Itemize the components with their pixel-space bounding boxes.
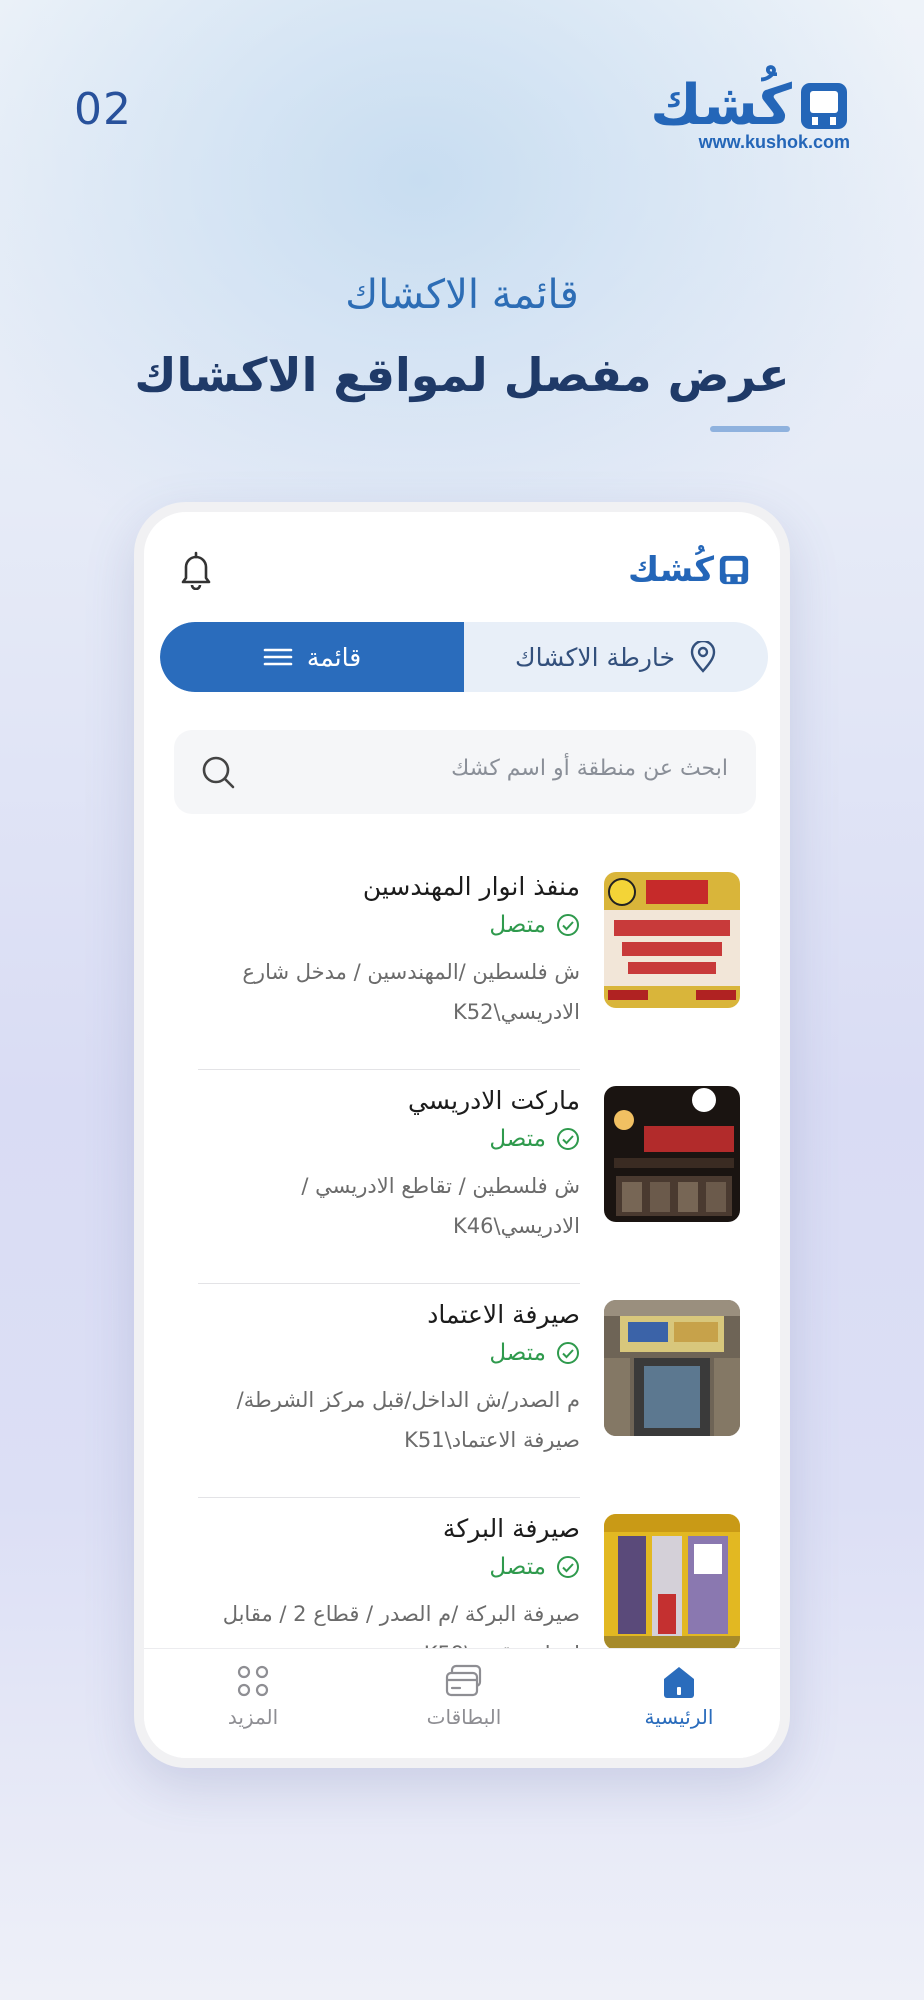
- status-text: متصل: [489, 912, 546, 938]
- page-number: 02: [74, 84, 132, 135]
- list-icon: [263, 648, 293, 666]
- status-text: متصل: [489, 1340, 546, 1366]
- phone-mockup: كُشك قائمة خارطة الاكشاك ابحث عن منطقة أ…: [134, 502, 790, 1768]
- status-row: متصل: [489, 912, 580, 938]
- brand-name: كُشك: [650, 73, 792, 138]
- kiosk-photo: [604, 1086, 740, 1222]
- kiosk-address: ش فلسطين /المهندسين / مدخل شارع الادريسي…: [242, 960, 580, 1024]
- bell-icon[interactable]: [178, 550, 214, 590]
- app-logo: كُشك: [628, 550, 750, 590]
- status-row: متصل: [489, 1340, 580, 1366]
- check-circle-icon: [557, 1342, 579, 1364]
- status-text: متصل: [489, 1554, 546, 1580]
- tab-home[interactable]: الرئيسية: [604, 1663, 754, 1729]
- map-pin-icon: [690, 641, 716, 673]
- check-circle-icon: [557, 1128, 579, 1150]
- check-circle-icon: [557, 1556, 579, 1578]
- view-toggle: قائمة خارطة الاكشاك: [160, 622, 768, 692]
- status-row: متصل: [489, 1126, 580, 1152]
- kiosk-item[interactable]: صيرفة الاعتماد متصل م الصدر/ش الداخل/قبل…: [144, 1284, 780, 1498]
- kiosk-name: ماركت الادريسي: [408, 1086, 580, 1115]
- kiosk-photo: [604, 1514, 740, 1650]
- kiosk-address: ش فلسطين / تقاطع الادريسي / الادريسي\K46: [301, 1174, 580, 1238]
- tab-cards[interactable]: البطاقات: [389, 1663, 539, 1729]
- kiosk-icon: [719, 555, 749, 585]
- kiosk-photo: [604, 872, 740, 1008]
- kiosk-address: م الصدر/ش الداخل/قبل مركز الشرطة/ صيرفة …: [236, 1388, 580, 1452]
- kiosk-photo: [604, 1300, 740, 1436]
- kiosk-list: منفذ انوار المهندسين متصل ش فلسطين /المه…: [144, 856, 780, 1712]
- kiosk-item[interactable]: منفذ انوار المهندسين متصل ش فلسطين /المه…: [144, 856, 780, 1070]
- check-circle-icon: [557, 914, 579, 936]
- tab-more-label: المزيد: [227, 1705, 279, 1729]
- app-logo-text: كُشك: [627, 550, 714, 590]
- tab-cards-label: البطاقات: [426, 1705, 502, 1729]
- tab-home-label: الرئيسية: [644, 1705, 714, 1729]
- kiosk-item[interactable]: ماركت الادريسي متصل ش فلسطين / تقاطع الا…: [144, 1070, 780, 1284]
- title-underline: [710, 426, 790, 432]
- toggle-map-label: خارطة الاكشاك: [514, 642, 676, 672]
- brand-url: www.kushok.com: [698, 132, 850, 152]
- toggle-map[interactable]: خارطة الاكشاك: [464, 622, 768, 692]
- search-placeholder: ابحث عن منطقة أو اسم كشك: [451, 756, 728, 781]
- hero-subtitle: قائمة الاكشاك: [345, 272, 579, 318]
- grid-dots-icon: [237, 1665, 269, 1697]
- bottom-tabbar: المزيد البطاقات الرئيسية: [144, 1648, 780, 1758]
- search-field[interactable]: ابحث عن منطقة أو اسم كشك: [174, 730, 756, 814]
- home-icon: [664, 1667, 694, 1698]
- toggle-list[interactable]: قائمة: [160, 622, 464, 692]
- status-text: متصل: [489, 1126, 546, 1152]
- kiosk-name: صيرفة الاعتماد: [427, 1300, 580, 1329]
- app-header: كُشك: [144, 532, 780, 602]
- cards-icon: [445, 1664, 482, 1697]
- kiosk-name: صيرفة البركة: [442, 1514, 580, 1543]
- hero-title: عرض مفصل لمواقع الاكشاك: [134, 348, 790, 402]
- brand-logo: كُشك www.kushok.com: [650, 76, 850, 156]
- kiosk-icon: [801, 83, 847, 129]
- search-icon[interactable]: [200, 754, 236, 790]
- status-row: متصل: [489, 1554, 580, 1580]
- toggle-list-label: قائمة: [306, 642, 362, 672]
- kiosk-name: منفذ انوار المهندسين: [362, 872, 580, 901]
- tab-more[interactable]: المزيد: [178, 1663, 328, 1729]
